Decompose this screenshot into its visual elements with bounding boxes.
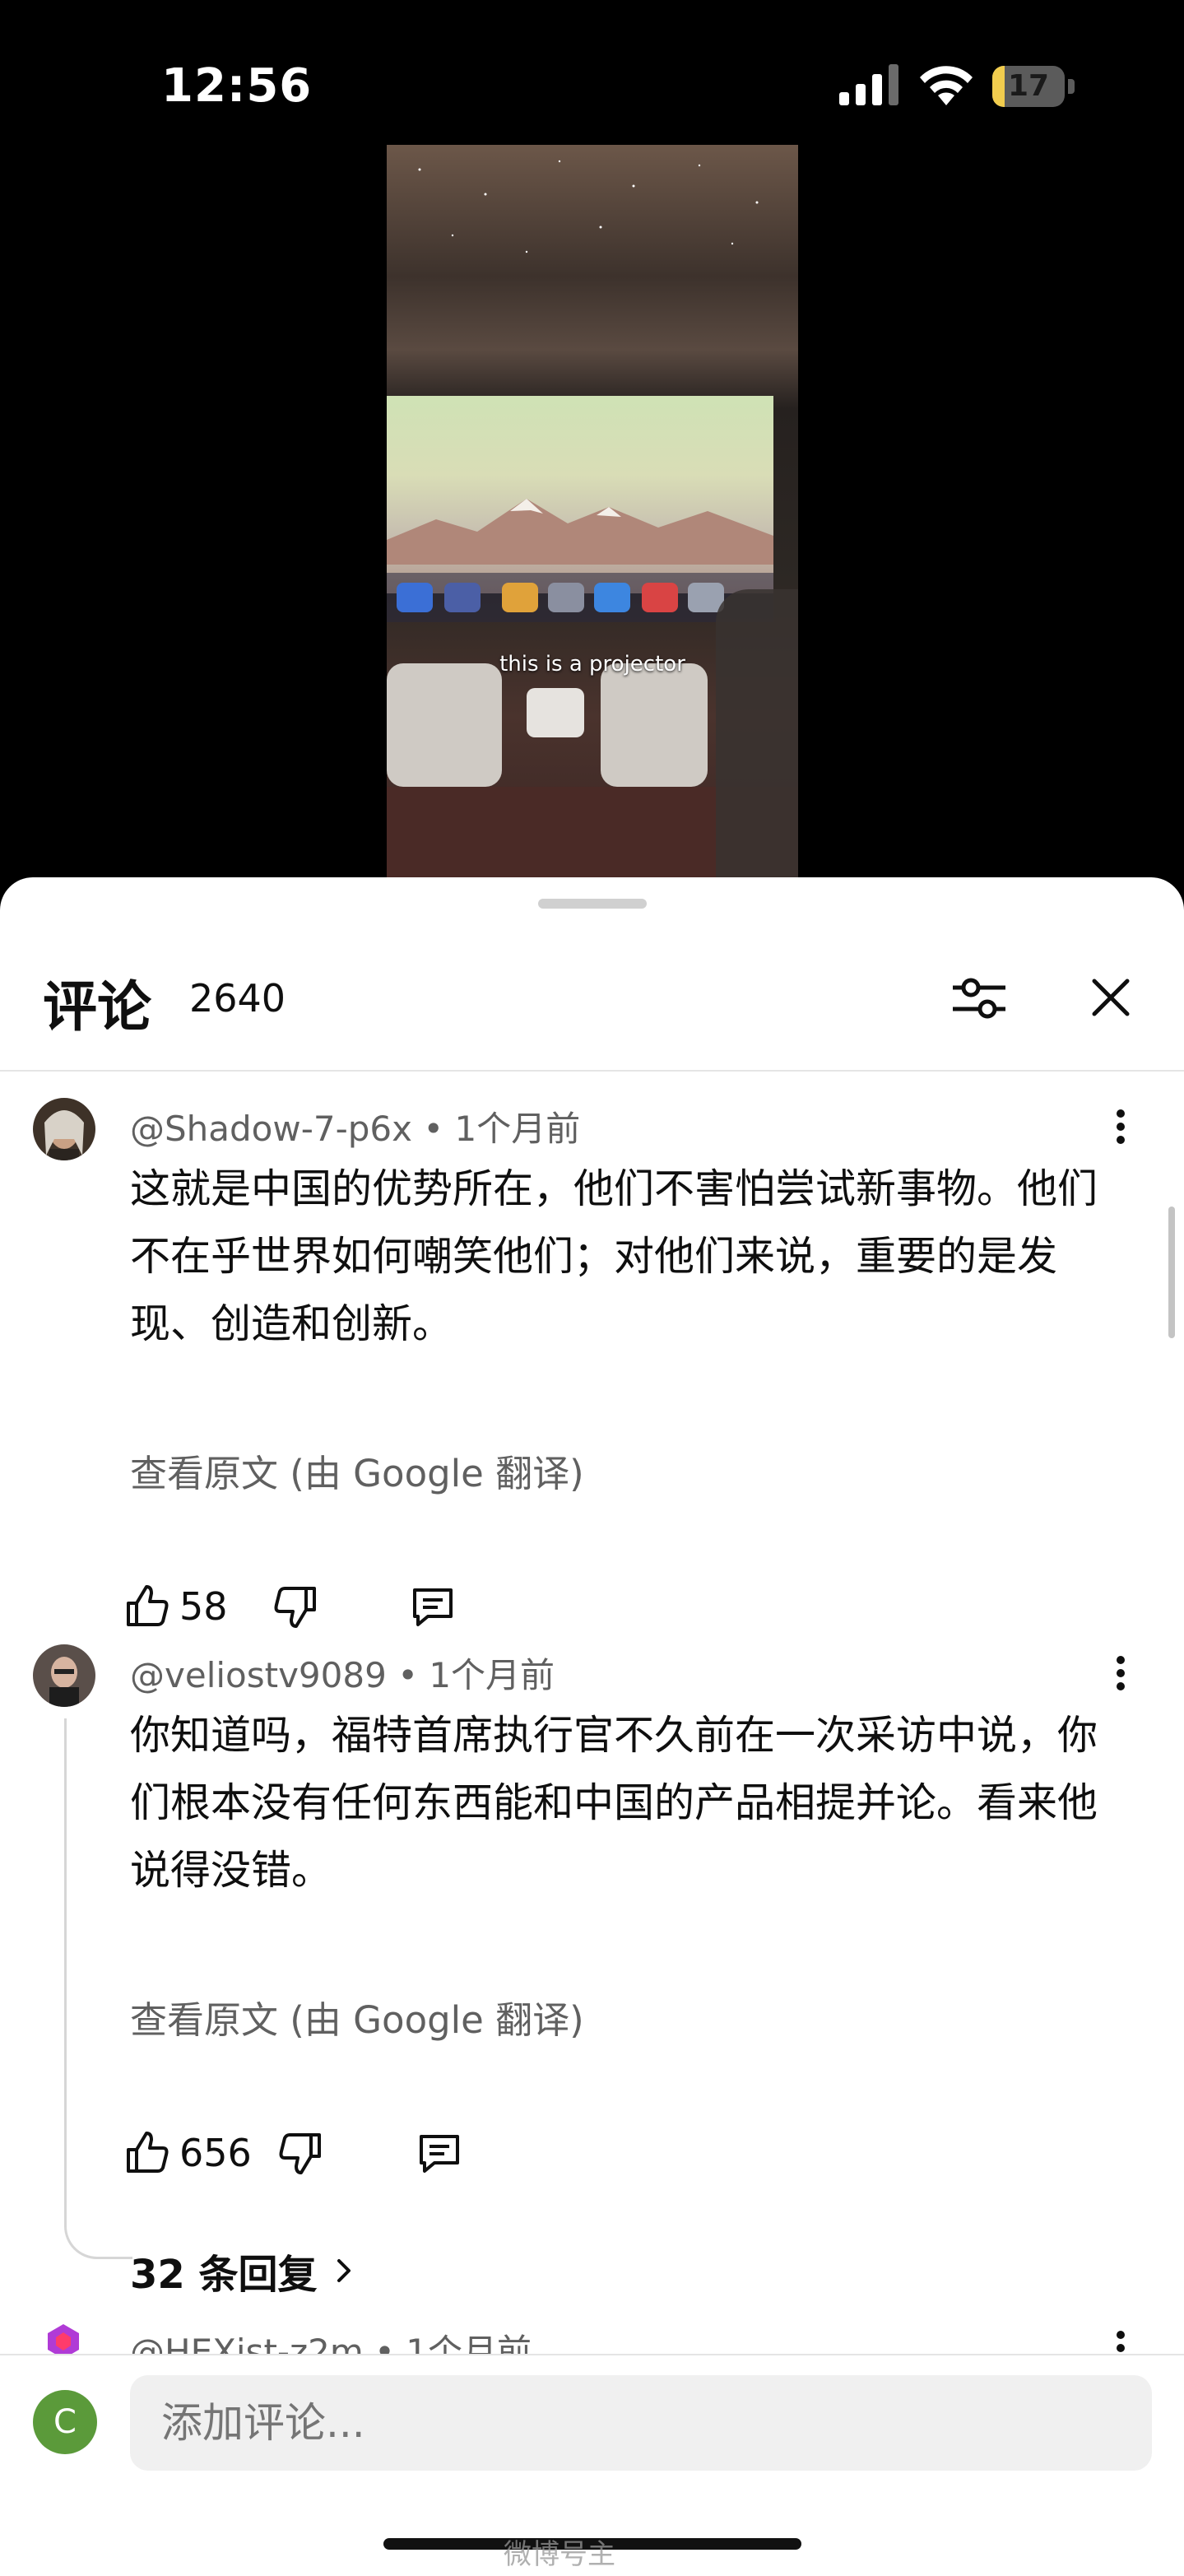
thumbs-up-icon xyxy=(127,1585,169,1626)
comment-composer: C 微博号主 xyxy=(0,2354,1184,2576)
sliders-icon[interactable] xyxy=(946,965,1012,1030)
sheet-drag-handle[interactable] xyxy=(538,899,647,909)
comments-sheet: 评论 2640 @Shadow-7-p6x • 1个月前 这就是中国的优势所在，… xyxy=(0,877,1184,2574)
dock-app-icon xyxy=(594,583,630,612)
comments-count: 2640 xyxy=(189,976,286,1021)
comment-time: 1个月前 xyxy=(454,1109,581,1149)
user-avatar[interactable]: C xyxy=(33,2390,97,2454)
scrollbar[interactable] xyxy=(1168,1207,1175,1338)
comment-actions: 58 xyxy=(122,1574,615,1639)
cellular-signal-icon xyxy=(839,64,898,105)
like-count: 58 xyxy=(179,1584,228,1629)
comment-time: 1个月前 xyxy=(429,1655,555,1695)
header-divider xyxy=(0,1070,1184,1072)
meta-separator: • xyxy=(423,1109,455,1149)
see-original-link[interactable]: 查看原文 (由 Google 翻译) xyxy=(130,1444,584,1497)
wifi-icon xyxy=(920,66,973,105)
video-caption: this is a projector xyxy=(499,652,685,677)
view-replies-button[interactable]: 32 条回复 xyxy=(130,2242,360,2299)
watermark: 微博号主 xyxy=(504,2538,615,2571)
like-button[interactable]: 58 xyxy=(122,1574,228,1639)
comments-title: 评论 xyxy=(43,975,151,1039)
battery-level: 17 xyxy=(1007,69,1050,103)
reply-comment-icon xyxy=(413,1588,453,1626)
video-player[interactable]: this is a projector xyxy=(387,145,798,877)
comment-text: 这就是中国的优势所在，他们不害怕尝试新事物。他们不在乎世界如何嘲笑他们；对他们来… xyxy=(130,1165,1098,1347)
reply-comment-icon xyxy=(420,2135,459,2173)
avatar[interactable] xyxy=(33,1098,95,1160)
reply-thread-line xyxy=(64,1718,132,2259)
app-dock xyxy=(387,573,773,622)
dock-app-icon xyxy=(642,583,678,612)
replies-label: 32 条回复 xyxy=(130,2252,318,2298)
mountain-wallpaper xyxy=(387,499,773,565)
passenger-silhouette xyxy=(716,589,798,877)
reply-button[interactable] xyxy=(415,2120,464,2186)
more-options-icon[interactable] xyxy=(1101,1104,1140,1162)
avatar[interactable] xyxy=(33,1644,95,1707)
thumbs-down-icon xyxy=(279,2133,321,2174)
dock-app-icon xyxy=(548,583,584,612)
chevron-right-icon xyxy=(337,2259,351,2282)
status-time: 12:56 xyxy=(161,59,313,113)
dock-app-icon xyxy=(397,583,433,612)
add-comment-input[interactable] xyxy=(130,2375,1152,2471)
ceiling-stars-decoration xyxy=(418,160,759,253)
like-button[interactable]: 656 xyxy=(122,2120,252,2186)
thumbs-down-icon xyxy=(274,1587,316,1628)
comment-author[interactable]: @Shadow-7-p6x xyxy=(130,1109,412,1149)
see-original-link[interactable]: 查看原文 (由 Google 翻译) xyxy=(130,1990,584,2044)
comment-meta: @veliostv9089 • 1个月前 xyxy=(130,1648,555,1698)
battery-icon: 17 xyxy=(992,66,1075,107)
dock-app-icon xyxy=(444,583,481,612)
more-options-icon[interactable] xyxy=(1101,1651,1140,1709)
reply-button[interactable] xyxy=(408,1574,457,1639)
comment-author[interactable]: @veliostv9089 xyxy=(130,1655,387,1695)
dislike-button[interactable] xyxy=(276,2120,326,2186)
comment-actions: 656 xyxy=(122,2120,615,2186)
status-bar: 12:56 17 xyxy=(0,0,1184,140)
dock-app-icon xyxy=(502,583,538,612)
comment-text: 你知道吗，福特首席执行官不久前在一次采访中说，你们根本没有任何东西能和中国的产品… xyxy=(130,1712,1098,1894)
comment-meta: @Shadow-7-p6x • 1个月前 xyxy=(130,1101,580,1151)
close-icon[interactable] xyxy=(1078,965,1144,1030)
dislike-button[interactable] xyxy=(272,1574,321,1639)
like-count: 656 xyxy=(179,2131,252,2175)
meta-separator: • xyxy=(397,1655,429,1695)
